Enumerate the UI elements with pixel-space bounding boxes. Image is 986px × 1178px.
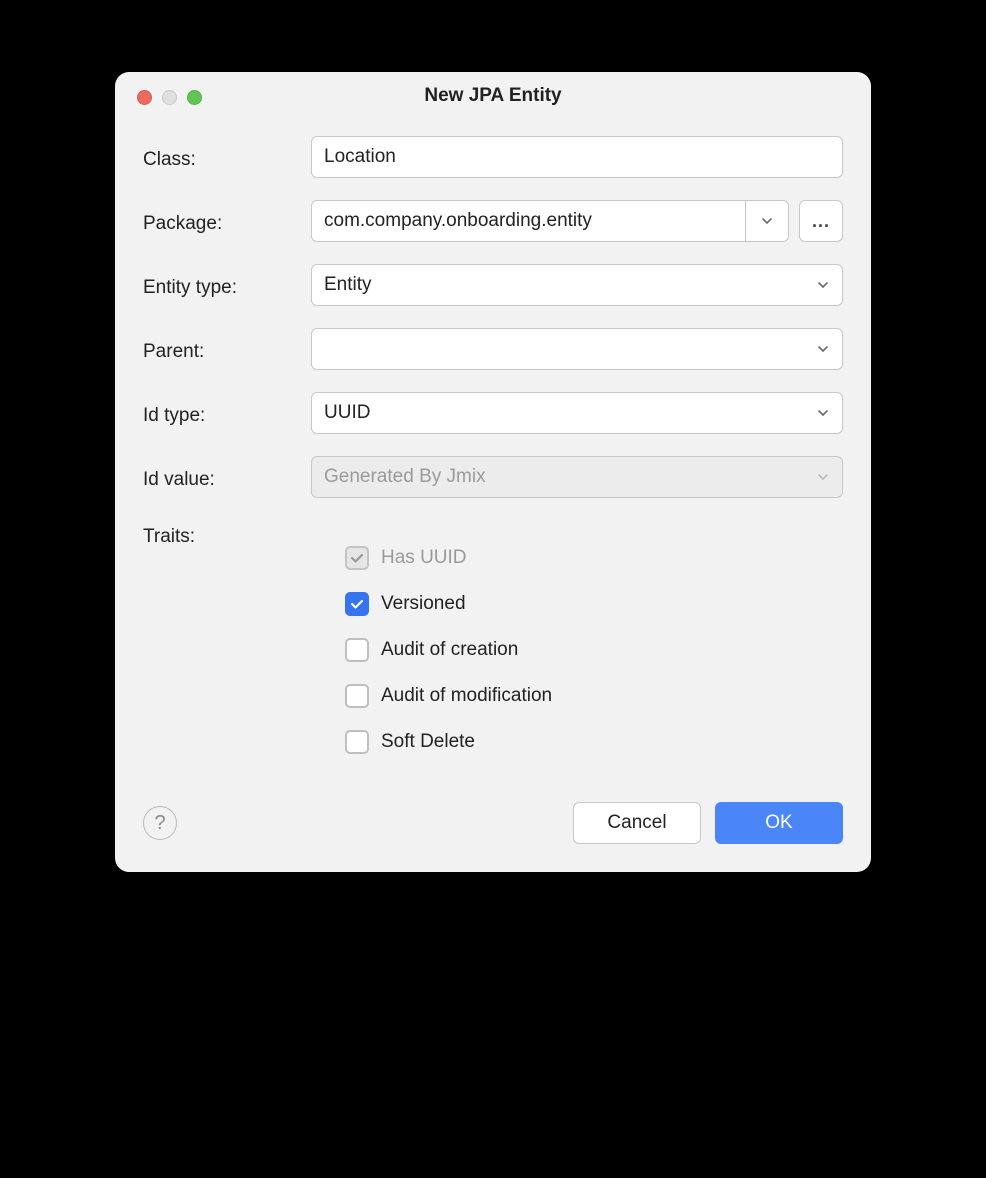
package-row: Package: com.company.onboarding.entity .… [143,200,843,242]
class-row: Class: [143,136,843,178]
entity-type-combo[interactable]: Entity [311,264,843,306]
id-type-combo[interactable]: UUID [311,392,843,434]
trait-soft-delete[interactable]: Soft Delete [345,730,843,754]
chevron-down-icon [816,342,830,356]
trait-audit-creation[interactable]: Audit of creation [345,638,843,662]
chevron-down-icon [816,278,830,292]
trait-audit-modification-label: Audit of modification [381,685,552,707]
id-type-row: Id type: UUID [143,392,843,434]
package-value[interactable]: com.company.onboarding.entity [311,200,745,242]
id-value-value: Generated By Jmix [324,466,486,488]
entity-type-label: Entity type: [143,271,311,299]
trait-soft-delete-checkbox[interactable] [345,730,369,754]
trait-versioned[interactable]: Versioned [345,592,843,616]
maximize-window-button[interactable] [187,90,202,105]
form: Class: Package: com.company.onboarding.e… [115,120,871,784]
window-controls [137,90,202,105]
cancel-button[interactable]: Cancel [573,802,701,844]
id-value-row: Id value: Generated By Jmix [143,456,843,498]
package-dropdown-button[interactable] [745,200,789,242]
trait-versioned-label: Versioned [381,593,466,615]
parent-label: Parent: [143,335,311,363]
id-value-label: Id value: [143,463,311,491]
close-window-button[interactable] [137,90,152,105]
trait-audit-modification-checkbox[interactable] [345,684,369,708]
class-label: Class: [143,143,311,171]
trait-versioned-checkbox[interactable] [345,592,369,616]
id-value-combo: Generated By Jmix [311,456,843,498]
ok-button[interactable]: OK [715,802,843,844]
entity-type-value: Entity [324,274,372,296]
id-type-label: Id type: [143,399,311,427]
trait-audit-creation-checkbox[interactable] [345,638,369,662]
traits-label: Traits: [143,520,311,548]
trait-soft-delete-label: Soft Delete [381,731,475,753]
package-label: Package: [143,207,311,235]
traits-row: Traits: Has UUID Versioned Audit o [143,520,843,754]
package-browse-button[interactable]: ... [799,200,843,242]
id-type-value: UUID [324,402,370,424]
package-combo[interactable]: com.company.onboarding.entity [311,200,789,242]
dialog-title: New JPA Entity [131,85,855,107]
new-jpa-entity-dialog: New JPA Entity Class: Package: com.compa… [115,72,871,872]
trait-has-uuid-checkbox [345,546,369,570]
dialog-footer: ? Cancel OK [115,784,871,872]
chevron-down-icon [816,406,830,420]
trait-audit-creation-label: Audit of creation [381,639,518,661]
traits-list: Has UUID Versioned Audit of creation Aud… [311,520,843,754]
minimize-window-button [162,90,177,105]
trait-has-uuid-label: Has UUID [381,547,467,569]
entity-type-row: Entity type: Entity [143,264,843,306]
trait-audit-modification[interactable]: Audit of modification [345,684,843,708]
parent-combo[interactable] [311,328,843,370]
parent-row: Parent: [143,328,843,370]
class-input[interactable] [311,136,843,178]
titlebar: New JPA Entity [115,72,871,120]
trait-has-uuid: Has UUID [345,546,843,570]
help-button[interactable]: ? [143,806,177,840]
chevron-down-icon [760,214,774,228]
chevron-down-icon [816,470,830,484]
